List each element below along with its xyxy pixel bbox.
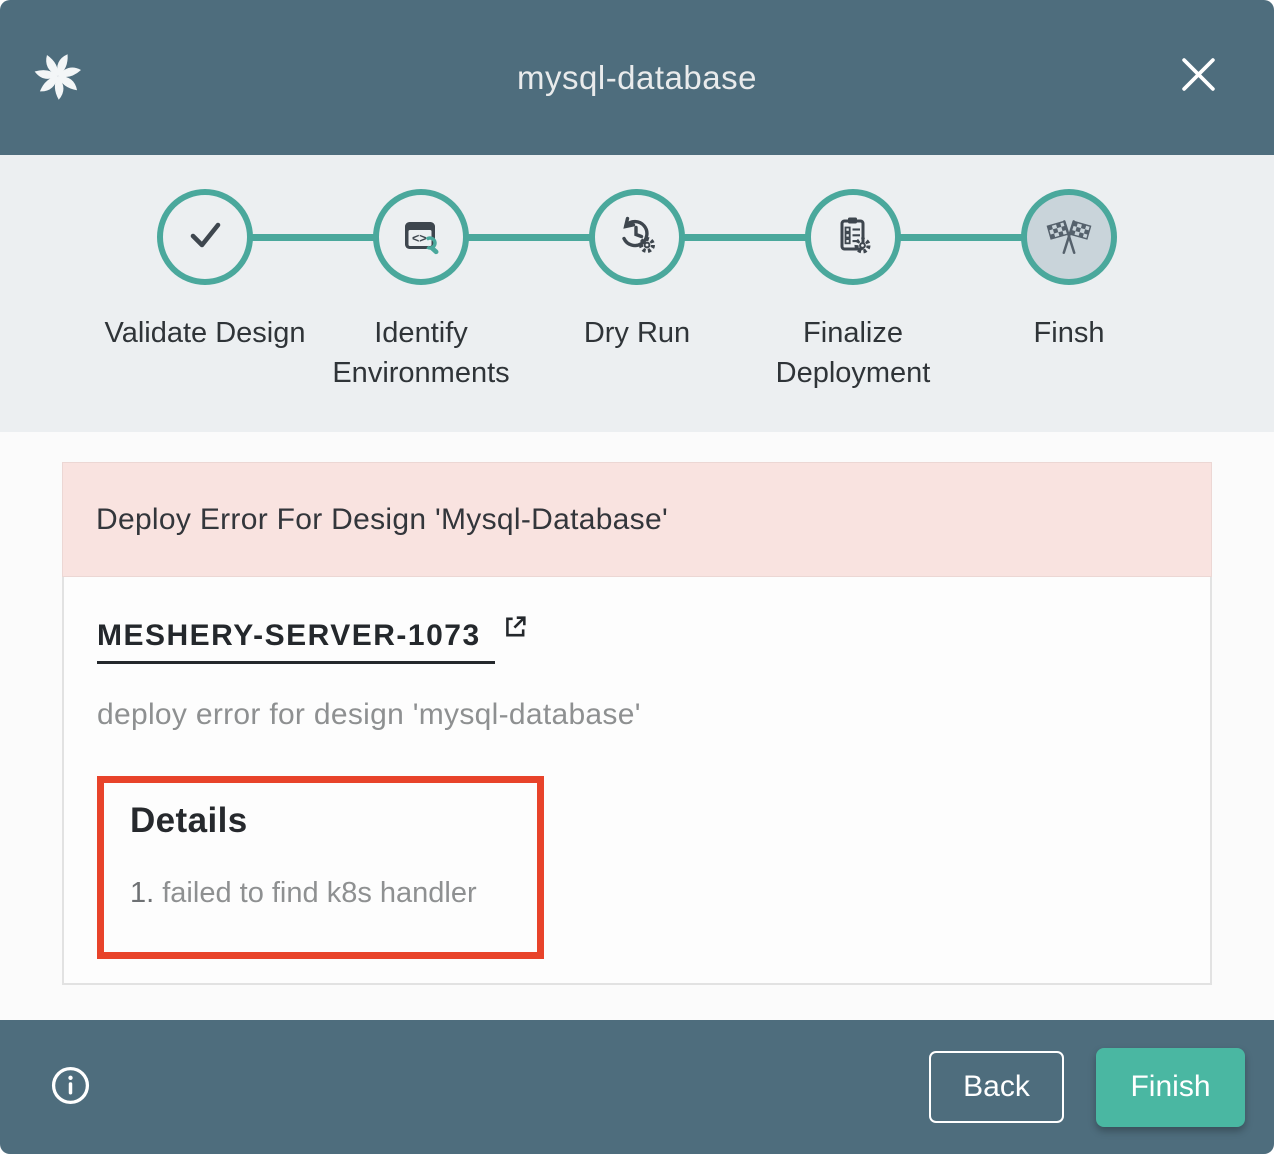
step-circle [805, 189, 901, 285]
details-list: failed to find k8s handler [130, 877, 537, 910]
step-circle [589, 189, 685, 285]
error-code-text: MESHERY-SERVER-1073 [97, 619, 495, 664]
step-validate-design: Validate Design [97, 155, 313, 393]
error-banner: Deploy Error For Design 'Mysql-Database' [62, 462, 1212, 577]
error-details-highlight-box: Details failed to find k8s handler [97, 776, 544, 959]
step-circle [157, 189, 253, 285]
info-button[interactable] [50, 1065, 91, 1109]
meshery-logo-icon [33, 51, 83, 101]
error-code-link[interactable]: MESHERY-SERVER-1073 [97, 619, 1177, 664]
dialog-footer: Back Finish [0, 1020, 1274, 1154]
error-banner-title: Deploy Error For Design 'Mysql-Database' [96, 503, 668, 537]
step-circle-active [1021, 189, 1117, 285]
close-icon [1180, 56, 1217, 96]
step-label: Dry Run [584, 313, 690, 353]
step-finalize-deployment: Finalize Deployment [745, 155, 961, 393]
clipboard-gear-icon [829, 211, 877, 264]
check-icon [181, 211, 229, 264]
svg-text:<>: <> [412, 231, 427, 245]
error-details-section: MESHERY-SERVER-1073 deploy error for des… [62, 577, 1212, 985]
dialog-title: mysql-database [517, 59, 757, 97]
close-button[interactable] [1178, 56, 1218, 96]
code-wrench-icon: <> [397, 211, 445, 264]
dialog-header: mysql-database [0, 0, 1274, 155]
error-summary: deploy error for design 'mysql-database' [97, 698, 1177, 732]
dialog-content: Deploy Error For Design 'Mysql-Database'… [0, 432, 1274, 985]
step-label: Finsh [1034, 313, 1105, 353]
details-list-item: failed to find k8s handler [130, 877, 537, 910]
info-icon [50, 1065, 91, 1109]
step-finish: Finsh [961, 155, 1177, 393]
back-button[interactable]: Back [929, 1051, 1064, 1123]
external-link-icon [501, 613, 529, 646]
step-circle: <> [373, 189, 469, 285]
finish-button[interactable]: Finish [1096, 1048, 1245, 1127]
step-label: Validate Design [105, 313, 306, 353]
step-label: Finalize Deployment [746, 313, 961, 393]
step-identify-environments: <> Identify Environments [313, 155, 529, 393]
details-title: Details [130, 801, 537, 841]
step-label: Identify Environments [314, 313, 529, 393]
deployment-stepper: Validate Design <> Identify Environme [0, 155, 1274, 432]
deploy-error-panel: Deploy Error For Design 'Mysql-Database'… [62, 462, 1212, 985]
checkered-flags-icon [1044, 210, 1094, 265]
deployment-wizard-dialog: mysql-database [0, 0, 1274, 1154]
step-dry-run: Dry Run [529, 155, 745, 393]
history-gear-icon [613, 211, 661, 264]
